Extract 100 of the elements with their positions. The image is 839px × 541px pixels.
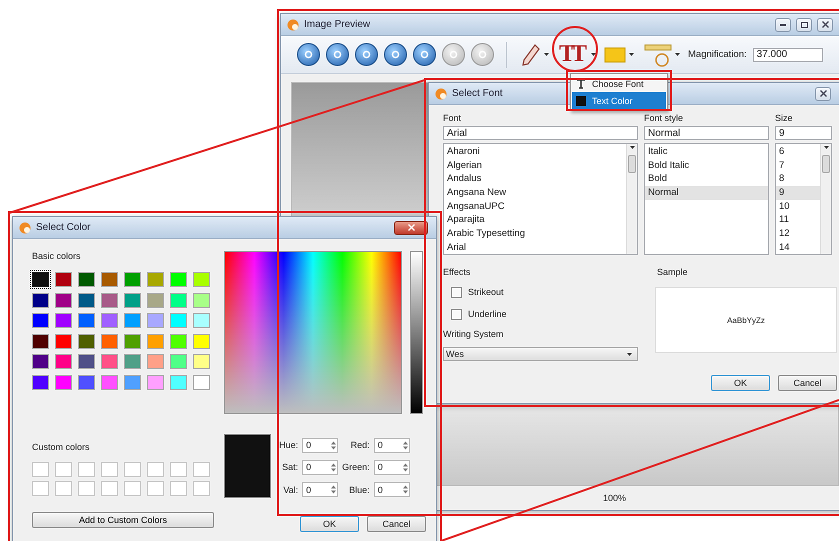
add-custom-color-button[interactable]: Add to Custom Colors xyxy=(32,512,214,528)
color-swatch[interactable] xyxy=(32,374,49,390)
color-swatch[interactable] xyxy=(101,354,118,369)
custom-color-slot[interactable] xyxy=(124,480,141,496)
custom-color-slot[interactable] xyxy=(32,462,49,476)
color-swatch[interactable] xyxy=(147,272,164,287)
scrollbar[interactable] xyxy=(820,144,831,254)
color-swatch[interactable] xyxy=(55,313,72,328)
magnification-field[interactable]: 37.000 xyxy=(752,48,823,62)
custom-color-slot[interactable] xyxy=(147,462,164,476)
list-item[interactable]: Arial xyxy=(444,240,626,254)
color-swatch[interactable] xyxy=(78,313,95,328)
close-button[interactable] xyxy=(817,18,833,32)
color-swatch[interactable] xyxy=(170,334,187,348)
writing-system-dropdown[interactable]: Wes xyxy=(443,347,638,361)
color-swatch[interactable] xyxy=(193,374,210,390)
color-swatch[interactable] xyxy=(147,374,164,390)
color-swatch[interactable] xyxy=(124,292,141,308)
color-swatch[interactable] xyxy=(32,272,49,287)
ok-button[interactable]: OK xyxy=(300,516,359,532)
spin-field[interactable]: 0 xyxy=(374,438,410,453)
color-swatch[interactable] xyxy=(170,272,187,287)
color-swatch[interactable] xyxy=(78,292,95,308)
custom-color-slot[interactable] xyxy=(55,480,72,496)
color-swatch[interactable] xyxy=(101,313,118,328)
color-swatch[interactable] xyxy=(32,334,49,348)
color-swatch[interactable] xyxy=(124,313,141,328)
close-button[interactable] xyxy=(815,86,831,100)
color-swatch[interactable] xyxy=(124,374,141,390)
color-swatch[interactable] xyxy=(170,292,187,308)
color-swatch[interactable] xyxy=(147,334,164,348)
color-swatch[interactable] xyxy=(147,313,164,328)
color-swatch[interactable] xyxy=(32,354,49,369)
ok-button[interactable]: OK xyxy=(711,375,770,391)
color-swatch[interactable] xyxy=(32,313,49,328)
list-item[interactable]: 10 xyxy=(776,200,820,214)
color-swatch[interactable] xyxy=(193,292,210,308)
list-item[interactable]: Arabic Typesetting xyxy=(444,227,626,241)
custom-color-slot[interactable] xyxy=(147,480,164,496)
list-item[interactable]: 7 xyxy=(776,158,820,172)
color-swatch[interactable] xyxy=(147,354,164,369)
list-item[interactable]: Angsana New xyxy=(444,186,626,200)
list-item[interactable]: Normal xyxy=(645,186,768,200)
list-item[interactable]: Aharoni xyxy=(444,145,626,159)
text-tool-button[interactable]: TT xyxy=(557,40,586,70)
color-spectrum[interactable] xyxy=(224,251,402,414)
list-item[interactable]: 6 xyxy=(776,145,820,159)
cancel-button[interactable]: Cancel xyxy=(367,516,426,532)
list-item[interactable]: 12 xyxy=(776,227,820,241)
color-swatch[interactable] xyxy=(55,272,72,287)
toolbar-button[interactable] xyxy=(326,43,349,66)
spin-field[interactable]: 0 xyxy=(374,460,410,475)
color-swatch[interactable] xyxy=(101,374,118,390)
custom-color-slot[interactable] xyxy=(101,462,118,476)
list-item[interactable]: Aparajita xyxy=(444,213,626,228)
color-swatch[interactable] xyxy=(170,354,187,369)
custom-color-slot[interactable] xyxy=(193,462,210,476)
list-item[interactable]: 14 xyxy=(776,240,820,254)
color-swatch[interactable] xyxy=(124,272,141,287)
color-swatch[interactable] xyxy=(101,272,118,287)
list-item[interactable]: 8 xyxy=(776,172,820,186)
custom-color-slot[interactable] xyxy=(170,480,187,496)
custom-color-slot[interactable] xyxy=(32,480,49,496)
menu-item[interactable]: Choose Font xyxy=(572,75,666,92)
custom-color-slot[interactable] xyxy=(101,480,118,496)
color-swatch[interactable] xyxy=(78,354,95,369)
color-swatch[interactable] xyxy=(193,354,210,369)
list-item[interactable]: Italic xyxy=(645,145,768,159)
color-swatch[interactable] xyxy=(147,292,164,308)
maximize-button[interactable] xyxy=(796,18,812,32)
color-swatch[interactable] xyxy=(32,292,49,308)
list-item[interactable]: Bold Italic xyxy=(645,158,768,172)
list-item[interactable]: 11 xyxy=(776,213,820,228)
color-swatch[interactable] xyxy=(101,334,118,348)
close-button[interactable] xyxy=(394,220,428,234)
toolbar-button[interactable] xyxy=(297,43,320,66)
spin-field[interactable]: 0 xyxy=(302,438,338,453)
color-swatch[interactable] xyxy=(55,292,72,308)
custom-color-slot[interactable] xyxy=(193,480,210,496)
spin-field[interactable]: 0 xyxy=(302,460,338,475)
custom-color-slot[interactable] xyxy=(124,462,141,476)
color-swatch[interactable] xyxy=(78,334,95,348)
font-style-field[interactable]: Normal xyxy=(644,126,769,140)
custom-color-slot[interactable] xyxy=(55,462,72,476)
color-swatch[interactable] xyxy=(124,354,141,369)
color-swatch[interactable] xyxy=(170,374,187,390)
font-field[interactable]: Arial xyxy=(443,126,638,140)
color-swatch[interactable] xyxy=(193,272,210,287)
spin-field[interactable]: 0 xyxy=(302,482,338,498)
toolbar-button[interactable] xyxy=(355,43,378,66)
color-swatch[interactable] xyxy=(101,292,118,308)
scrollbar-thumb[interactable] xyxy=(822,155,830,173)
scrollbar-thumb[interactable] xyxy=(628,155,636,173)
color-swatch[interactable] xyxy=(55,354,72,369)
toolbar-button[interactable] xyxy=(413,43,436,66)
menu-item[interactable]: Text Color xyxy=(572,92,666,109)
list-item[interactable]: Algerian xyxy=(444,158,626,172)
checkbox[interactable] xyxy=(451,286,462,298)
color-swatch[interactable] xyxy=(193,334,210,348)
color-swatch[interactable] xyxy=(55,374,72,390)
